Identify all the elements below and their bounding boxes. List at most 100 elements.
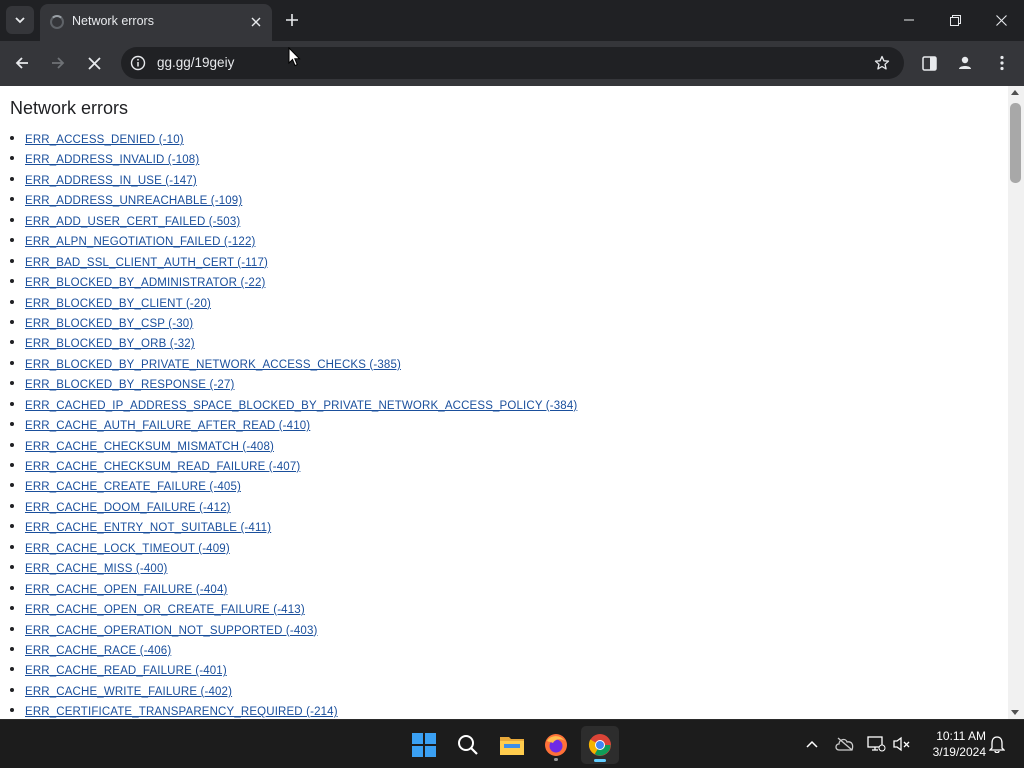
firefox-icon [545, 734, 567, 756]
list-item: ERR_BAD_SSL_CLIENT_AUTH_CERT (-117) [10, 255, 577, 275]
list-item: ERR_ADDRESS_INVALID (-108) [10, 152, 577, 172]
search-icon [458, 735, 478, 755]
scroll-up-icon[interactable] [1011, 90, 1019, 95]
error-link[interactable]: ERR_BLOCKED_BY_ORB (-32) [25, 338, 195, 350]
error-link[interactable]: ERR_BLOCKED_BY_RESPONSE (-27) [25, 379, 235, 391]
error-link[interactable]: ERR_CACHE_OPEN_FAILURE (-404) [25, 584, 227, 596]
list-item: ERR_CACHE_AUTH_FAILURE_AFTER_READ (-410) [10, 418, 577, 438]
onedrive-tray-button[interactable] [833, 732, 857, 756]
error-link[interactable]: ERR_ACCESS_DENIED (-10) [25, 134, 184, 146]
minimize-icon [904, 19, 914, 21]
person-icon [959, 56, 971, 69]
arrow-right-icon [52, 57, 65, 69]
list-item: ERR_CERTIFICATE_TRANSPARENCY_REQUIRED (-… [10, 704, 577, 719]
mouse-cursor-icon [288, 47, 301, 67]
error-link[interactable]: ERR_CACHE_LOCK_TIMEOUT (-409) [25, 543, 230, 555]
error-link[interactable]: ERR_CACHE_OPERATION_NOT_SUPPORTED (-403) [25, 625, 318, 637]
clock-date: 3/19/2024 [932, 745, 986, 759]
volume-tray-button[interactable] [890, 732, 914, 756]
star-icon [874, 55, 890, 70]
chrome-button[interactable] [581, 726, 619, 764]
file-explorer-button[interactable] [493, 726, 531, 764]
bell-icon [989, 736, 1005, 753]
show-hidden-icons-button[interactable] [800, 732, 824, 756]
tab-active[interactable]: Network errors [40, 4, 272, 41]
error-link[interactable]: ERR_BAD_SSL_CLIENT_AUTH_CERT (-117) [25, 257, 268, 269]
error-link[interactable]: ERR_CACHE_OPEN_OR_CREATE_FAILURE (-413) [25, 604, 305, 616]
error-link[interactable]: ERR_CERTIFICATE_TRANSPARENCY_REQUIRED (-… [25, 706, 338, 718]
error-link[interactable]: ERR_CACHED_IP_ADDRESS_SPACE_BLOCKED_BY_P… [25, 400, 577, 412]
error-link[interactable]: ERR_BLOCKED_BY_CLIENT (-20) [25, 298, 211, 310]
minimize-button[interactable] [886, 0, 932, 40]
notifications-button[interactable] [985, 732, 1009, 756]
network-icon [867, 736, 886, 752]
site-info-icon[interactable] [129, 54, 147, 72]
list-item: ERR_CACHE_CREATE_FAILURE (-405) [10, 479, 577, 499]
error-link[interactable]: ERR_ADD_USER_CERT_FAILED (-503) [25, 216, 240, 228]
error-link[interactable]: ERR_BLOCKED_BY_CSP (-30) [25, 318, 193, 330]
restore-icon [949, 14, 961, 26]
close-icon [995, 14, 1007, 26]
back-button[interactable] [7, 48, 37, 78]
list-item: ERR_CACHED_IP_ADDRESS_SPACE_BLOCKED_BY_P… [10, 398, 577, 418]
tab-close-button[interactable] [246, 12, 266, 32]
scroll-down-icon[interactable] [1011, 710, 1019, 715]
error-link[interactable]: ERR_ADDRESS_IN_USE (-147) [25, 175, 197, 187]
system-clock[interactable]: 10:11 AM 3/19/2024 [920, 728, 986, 760]
list-item: ERR_CACHE_ENTRY_NOT_SUITABLE (-411) [10, 520, 577, 540]
running-indicator [554, 758, 558, 761]
volume-muted-icon [893, 736, 910, 752]
chevron-up-icon [806, 740, 818, 748]
side-panel-button[interactable] [914, 48, 944, 78]
search-button[interactable] [449, 726, 487, 764]
error-link[interactable]: ERR_ADDRESS_UNREACHABLE (-109) [25, 195, 242, 207]
list-item: ERR_CACHE_CHECKSUM_READ_FAILURE (-407) [10, 459, 577, 479]
restore-button[interactable] [932, 0, 978, 40]
network-tray-button[interactable] [864, 732, 888, 756]
error-link[interactable]: ERR_CACHE_CHECKSUM_MISMATCH (-408) [25, 441, 274, 453]
error-list: ERR_ACCESS_DENIED (-10) ERR_ADDRESS_INVAL… [10, 132, 577, 719]
list-item: ERR_ADDRESS_UNREACHABLE (-109) [10, 193, 577, 213]
error-link[interactable]: ERR_ADDRESS_INVALID (-108) [25, 154, 199, 166]
list-item: ERR_BLOCKED_BY_RESPONSE (-27) [10, 377, 577, 397]
error-link[interactable]: ERR_CACHE_ENTRY_NOT_SUITABLE (-411) [25, 522, 271, 534]
menu-button[interactable] [987, 48, 1017, 78]
address-bar[interactable]: gg.gg/19geiy [121, 47, 904, 79]
firefox-button[interactable] [537, 726, 575, 764]
new-tab-button[interactable] [280, 8, 304, 32]
error-link[interactable]: ERR_ALPN_NEGOTIATION_FAILED (-122) [25, 236, 255, 248]
error-link[interactable]: ERR_CACHE_WRITE_FAILURE (-402) [25, 686, 232, 698]
error-link[interactable]: ERR_CACHE_AUTH_FAILURE_AFTER_READ (-410) [25, 420, 310, 432]
error-link[interactable]: ERR_CACHE_READ_FAILURE (-401) [25, 665, 227, 677]
tab-search-button[interactable] [6, 6, 34, 34]
bookmark-star-button[interactable] [872, 53, 892, 73]
error-link[interactable]: ERR_CACHE_RACE (-406) [25, 645, 171, 657]
start-button[interactable] [405, 726, 443, 764]
stop-loading-button[interactable] [79, 48, 109, 78]
chrome-icon [588, 734, 611, 756]
list-item: ERR_BLOCKED_BY_PRIVATE_NETWORK_ACCESS_CH… [10, 357, 577, 377]
scrollbar-thumb[interactable] [1010, 103, 1021, 183]
list-item: ERR_ADD_USER_CERT_FAILED (-503) [10, 214, 577, 234]
list-item: ERR_ADDRESS_IN_USE (-147) [10, 173, 577, 193]
vertical-scrollbar[interactable] [1008, 86, 1024, 719]
plus-icon [286, 14, 298, 26]
page-title: Network errors [10, 98, 129, 118]
list-item: ERR_BLOCKED_BY_ORB (-32) [10, 336, 577, 356]
arrow-left-icon [15, 57, 28, 69]
folder-icon [500, 737, 524, 755]
error-link[interactable]: ERR_BLOCKED_BY_ADMINISTRATOR (-22) [25, 277, 265, 289]
url-text: gg.gg/19geiy [157, 55, 235, 70]
list-item: ERR_BLOCKED_BY_CLIENT (-20) [10, 296, 577, 316]
error-link[interactable]: ERR_CACHE_MISS (-400) [25, 563, 167, 575]
error-link[interactable]: ERR_CACHE_CREATE_FAILURE (-405) [25, 481, 241, 493]
forward-button[interactable] [43, 48, 73, 78]
close-window-button[interactable] [978, 0, 1024, 40]
chevron-down-icon [15, 17, 25, 24]
cloud-off-icon [835, 737, 854, 751]
error-link[interactable]: ERR_CACHE_DOOM_FAILURE (-412) [25, 502, 231, 514]
more-vertical-icon [1000, 55, 1004, 71]
error-link[interactable]: ERR_BLOCKED_BY_PRIVATE_NETWORK_ACCESS_CH… [25, 359, 401, 371]
profile-button[interactable] [950, 48, 980, 78]
error-link[interactable]: ERR_CACHE_CHECKSUM_READ_FAILURE (-407) [25, 461, 300, 473]
